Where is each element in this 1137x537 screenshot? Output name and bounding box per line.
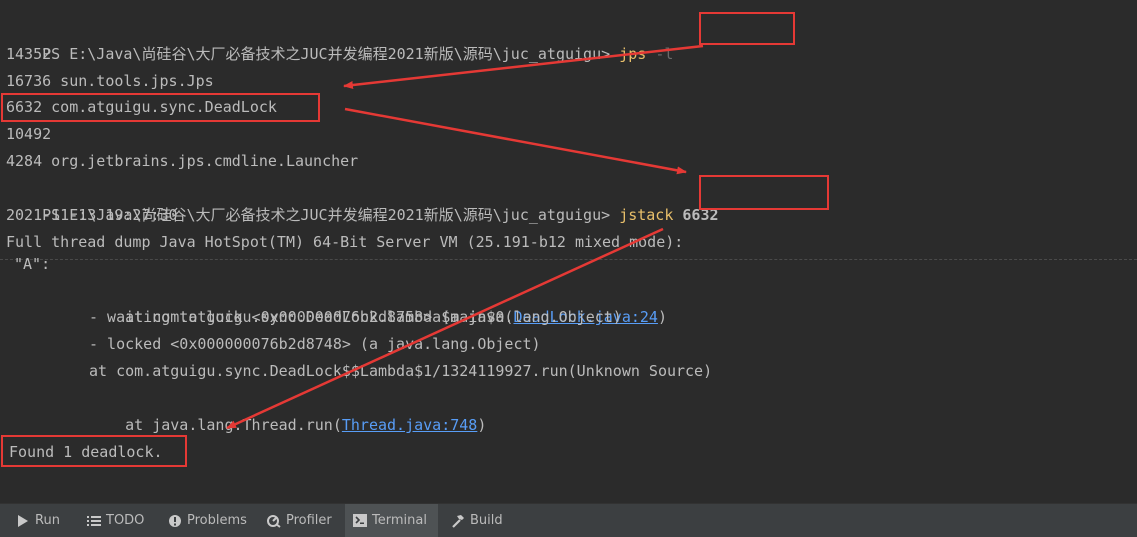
- tab-todo[interactable]: TODO: [79, 504, 152, 537]
- problems-icon: [168, 514, 182, 528]
- annotation-arrows: [226, 44, 704, 430]
- terminal-panel[interactable]: PS E:\Java\尚硅谷\大厂必备技术之JUC并发编程2021新版\源码\j…: [0, 0, 1137, 503]
- arrow-jstack-to-found: [226, 227, 664, 430]
- tab-profiler[interactable]: Profiler: [259, 504, 340, 537]
- tab-label: Problems: [187, 513, 247, 528]
- list-icon: [87, 514, 101, 528]
- tab-label: Run: [35, 513, 60, 528]
- tab-terminal[interactable]: Terminal: [345, 504, 438, 537]
- tab-label: TODO: [106, 513, 145, 528]
- terminal-icon: [353, 514, 367, 528]
- tab-label: Build: [470, 513, 503, 528]
- tab-label: Profiler: [286, 513, 332, 528]
- run-icon: [16, 514, 30, 528]
- hammer-icon: [451, 514, 465, 528]
- profiler-icon: [267, 514, 281, 528]
- tab-problems[interactable]: Problems: [160, 504, 255, 537]
- tab-run[interactable]: Run: [8, 504, 68, 537]
- tab-build[interactable]: Build: [443, 504, 511, 537]
- bottom-tool-window-bar: Run TODO Problems Profiler Terminal Buil…: [0, 503, 1137, 537]
- arrow-pid-to-jstack: [344, 107, 687, 175]
- tab-label: Terminal: [372, 513, 427, 528]
- arrow-jps-to-output: [343, 44, 704, 89]
